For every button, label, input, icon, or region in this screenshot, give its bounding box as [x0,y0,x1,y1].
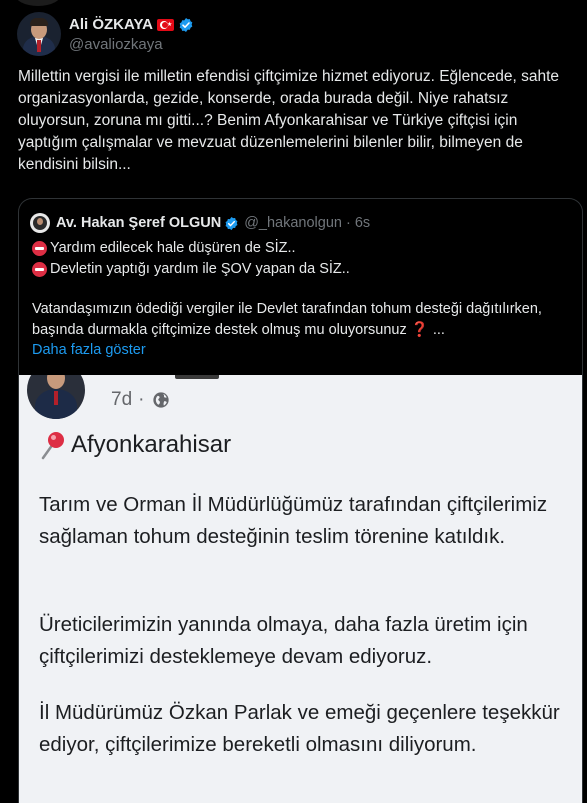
embedded-separator: · [138,389,145,410]
author-names: Ali ÖZKAYA ★ @avaliozkaya [69,15,194,53]
quoted-post-image[interactable]: 7d · Afyonkarahisar Tarım ve Orman İl Mü… [19,375,582,803]
quote-body: Vatandaşımızın ödediği vergiler ile Devl… [32,299,577,341]
quote-ellipsis: ... [428,322,445,338]
quote-avatar[interactable] [30,213,50,233]
embedded-paragraph-2: Üreticilerimizin yanında olmaya, daha fa… [39,613,528,668]
embedded-paragraph-1: Tarım ve Orman İl Müdürlüğümüz tarafında… [39,493,548,548]
quote-line-2-text: Devletin yaptığı yardım ile ŞOV yapan da… [50,261,350,277]
red-question-mark-icon: ❓ [410,322,429,338]
tweet-header: Ali ÖZKAYA ★ @avaliozkaya [17,12,194,56]
embedded-paragraph-3: İl Müdürümüz Özkan Parlak ve emeği geçen… [39,701,560,756]
quote-line-2: Devletin yaptığı yardım ile ŞOV yapan da… [32,261,350,277]
no-entry-icon [32,240,47,256]
author-name-row: Ali ÖZKAYA ★ [69,15,194,34]
quote-handle[interactable]: @_hakanolgun [244,215,342,231]
author-avatar[interactable] [17,12,61,56]
embedded-time: 7d [111,389,133,410]
quote-line-1: Yardım edilecek hale düşüren de SİZ.. [32,240,296,256]
avatar-tie [37,40,41,52]
turkey-flag-icon: ★ [156,18,174,31]
quote-separator: · [345,215,351,231]
verified-badge-icon[interactable] [224,216,239,231]
previous-avatar-edge [14,0,62,6]
quoted-tweet[interactable]: Av. Hakan Şeref OLGUN @_hakanolgun · 6s … [18,198,583,803]
quote-timestamp[interactable]: 6s [355,215,370,231]
verified-badge-icon[interactable] [178,17,194,33]
quote-body-text: Vatandaşımızın ödediği vergiler ile Devl… [32,301,542,338]
embedded-name-cropped [175,375,219,379]
avatar-hair [30,18,48,26]
author-display-name[interactable]: Ali ÖZKAYA [69,16,153,33]
quote-line-1-text: Yardım edilecek hale düşüren de SİZ.. [50,240,296,256]
no-entry-icon [32,261,47,277]
embedded-avatar [27,375,85,419]
embedded-meta: 7d · [111,389,170,411]
globe-icon [153,392,170,408]
round-pushpin-icon [41,432,64,460]
embedded-location-text: Afyonkarahisar [71,431,232,458]
author-handle[interactable]: @avaliozkaya [69,36,194,53]
embedded-location: Afyonkarahisar [39,430,231,460]
quote-header: Av. Hakan Şeref OLGUN @_hakanolgun · 6s [30,212,370,234]
tweet-text: Millettin vergisi ile milletin efendisi … [18,68,560,173]
show-more-link[interactable]: Daha fazla göster [32,342,146,358]
quote-display-name[interactable]: Av. Hakan Şeref OLGUN [56,215,221,231]
